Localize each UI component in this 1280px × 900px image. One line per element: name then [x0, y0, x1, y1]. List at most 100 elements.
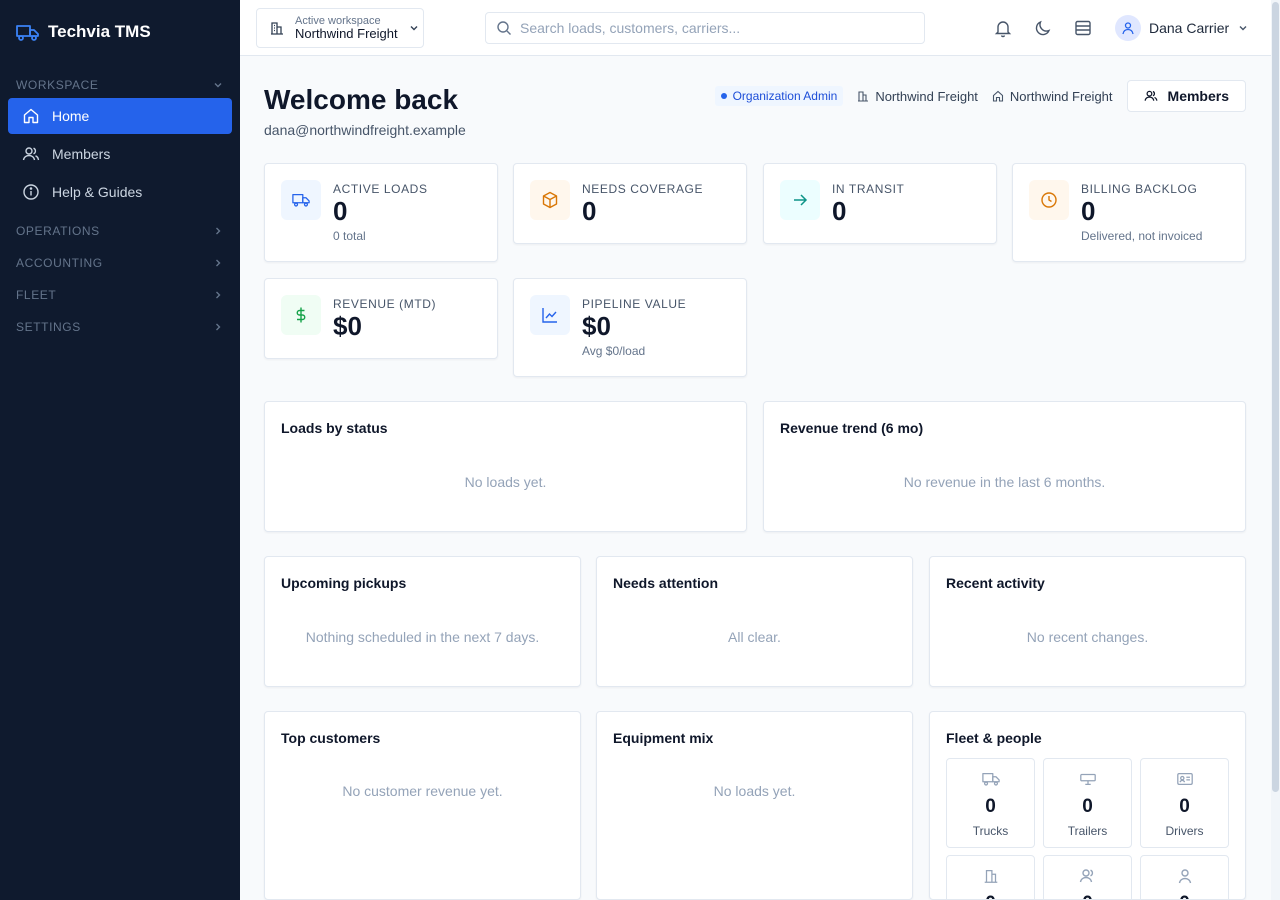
sidebar-item-help[interactable]: Help & Guides — [8, 174, 232, 210]
sidebar-item-members[interactable]: Members — [8, 136, 232, 172]
chevron-down-icon — [214, 83, 222, 88]
panel-loads-by-status: Loads by status No loads yet. — [264, 401, 747, 532]
empty-state: No loads yet. — [464, 474, 547, 490]
fleet-locations[interactable]: 0 — [946, 855, 1035, 899]
page-title: Welcome back — [264, 84, 459, 115]
moon-icon[interactable] — [1033, 18, 1053, 38]
search-icon — [497, 21, 511, 35]
fleet-trucks[interactable]: 0 Trucks — [946, 758, 1035, 848]
panel-equipment-mix: Equipment mix No loads yet. — [596, 711, 913, 900]
scrollbar-thumb[interactable] — [1272, 2, 1279, 792]
trend-icon — [530, 295, 570, 335]
org-name: Northwind Freight — [875, 88, 978, 104]
user-icon — [1178, 869, 1191, 884]
panel-revenue-trend: Revenue trend (6 mo) No revenue in the l… — [763, 401, 1246, 532]
section-workspace-label: WORKSPACE — [16, 78, 99, 92]
section-fleet-label: FLEET — [16, 288, 57, 302]
users-icon — [1144, 90, 1157, 101]
empty-state: No recent changes. — [1026, 629, 1149, 645]
panel-title: Loads by status — [281, 420, 388, 436]
building-icon — [271, 22, 283, 35]
chevron-right-icon — [216, 259, 221, 267]
section-fleet[interactable]: FLEET — [0, 282, 240, 308]
stat-label: PIPELINE VALUE — [582, 297, 687, 311]
sidebar-item-label: Help & Guides — [52, 184, 143, 200]
stat-card-billing-backlog[interactable]: BILLING BACKLOG 0 Delivered, not invoice… — [1012, 163, 1246, 262]
fleet-label: Drivers — [1165, 824, 1204, 838]
role-label: Organization Admin — [732, 89, 838, 103]
panel-title: Equipment mix — [613, 730, 714, 746]
stat-label: REVENUE (MTD) — [333, 297, 437, 311]
fleet-trailers[interactable]: 0 Trailers — [1043, 758, 1132, 848]
section-settings[interactable]: SETTINGS — [0, 314, 240, 340]
home-icon — [992, 90, 1003, 102]
members-button-label: Members — [1167, 88, 1229, 104]
truck-icon — [281, 180, 321, 220]
fleet-value: 0 — [947, 893, 1034, 899]
org-name: Northwind Freight — [1009, 88, 1113, 104]
panel-recent-activity: Recent activity No recent changes. — [929, 556, 1246, 687]
stat-card-pipeline-value[interactable]: PIPELINE VALUE $0 Avg $0/load — [513, 278, 747, 377]
info-icon — [23, 184, 39, 200]
search-box[interactable] — [485, 12, 925, 44]
scrollbar[interactable] — [1271, 0, 1280, 900]
stat-card-in-transit[interactable]: IN TRANSIT 0 — [763, 163, 997, 244]
fleet-members[interactable]: 0 — [1043, 855, 1132, 899]
chevron-right-icon — [216, 227, 221, 235]
clock-icon — [1029, 180, 1069, 220]
workspace-name: Northwind Freight — [295, 25, 398, 41]
truck-icon — [981, 772, 1000, 786]
stat-card-needs-coverage[interactable]: NEEDS COVERAGE 0 — [513, 163, 747, 244]
stat-sub: Delivered, not invoiced — [1081, 229, 1203, 244]
chevron-right-icon — [216, 323, 221, 331]
fleet-value: 0 — [1082, 796, 1093, 817]
box-icon — [530, 180, 570, 220]
app-name: Techvia TMS — [48, 22, 151, 41]
avatar — [1115, 15, 1141, 41]
stat-label: ACTIVE LOADS — [333, 182, 428, 196]
stat-value: $0 — [333, 311, 362, 341]
home-icon — [23, 108, 39, 124]
brand[interactable]: Techvia TMS — [0, 0, 240, 64]
stat-value: 0 — [832, 196, 847, 226]
org-home-chip: Northwind Freight — [992, 89, 1113, 104]
empty-state: No customer revenue yet. — [342, 783, 503, 799]
stat-label: IN TRANSIT — [832, 182, 905, 196]
layout-icon[interactable] — [1073, 18, 1093, 38]
building-icon — [984, 869, 997, 883]
stat-sub: 0 total — [333, 229, 366, 244]
section-operations[interactable]: OPERATIONS — [0, 218, 240, 244]
panel-title: Recent activity — [946, 575, 1045, 591]
panel-fleet-people: Fleet & people 0 Trucks 0 Trailers 0 Dri… — [929, 711, 1246, 900]
chevron-down-icon — [410, 26, 418, 31]
sidebar: Techvia TMS WORKSPACE Home Members Help … — [0, 0, 240, 900]
sidebar-item-home[interactable]: Home — [8, 98, 232, 134]
fleet-contacts[interactable]: 0 — [1140, 855, 1229, 899]
section-workspace[interactable]: WORKSPACE — [0, 72, 240, 98]
panel-title: Top customers — [281, 730, 381, 746]
section-accounting-label: ACCOUNTING — [16, 256, 103, 270]
empty-state: No revenue in the last 6 months. — [903, 474, 1106, 490]
stat-card-active-loads[interactable]: ACTIVE LOADS 0 0 total — [264, 163, 498, 262]
stat-value: 0 — [1081, 196, 1096, 226]
section-settings-label: SETTINGS — [16, 320, 81, 334]
sidebar-item-label: Home — [52, 108, 90, 124]
status-dot-icon — [720, 93, 727, 99]
panel-title: Revenue trend (6 mo) — [780, 420, 924, 436]
bell-icon[interactable] — [993, 18, 1013, 38]
section-accounting[interactable]: ACCOUNTING — [0, 250, 240, 276]
fleet-drivers[interactable]: 0 Drivers — [1140, 758, 1229, 848]
fleet-value: 0 — [1141, 893, 1228, 899]
search-input[interactable] — [520, 20, 924, 36]
user-menu[interactable]: Dana Carrier — [1115, 14, 1249, 42]
stat-card-revenue-mtd[interactable]: REVENUE (MTD) $0 — [264, 278, 498, 359]
chevron-down-icon — [1239, 26, 1247, 31]
fleet-value: 0 — [1044, 893, 1131, 899]
panel-title: Needs attention — [613, 575, 719, 591]
user-name: Dana Carrier — [1149, 20, 1230, 36]
workspace-switcher[interactable]: Active workspace Northwind Freight — [256, 8, 424, 48]
role-badge: Organization Admin — [714, 86, 844, 106]
sidebar-item-label: Members — [52, 146, 111, 162]
members-button[interactable]: Members — [1126, 80, 1246, 112]
empty-state: Nothing scheduled in the next 7 days. — [305, 629, 540, 645]
